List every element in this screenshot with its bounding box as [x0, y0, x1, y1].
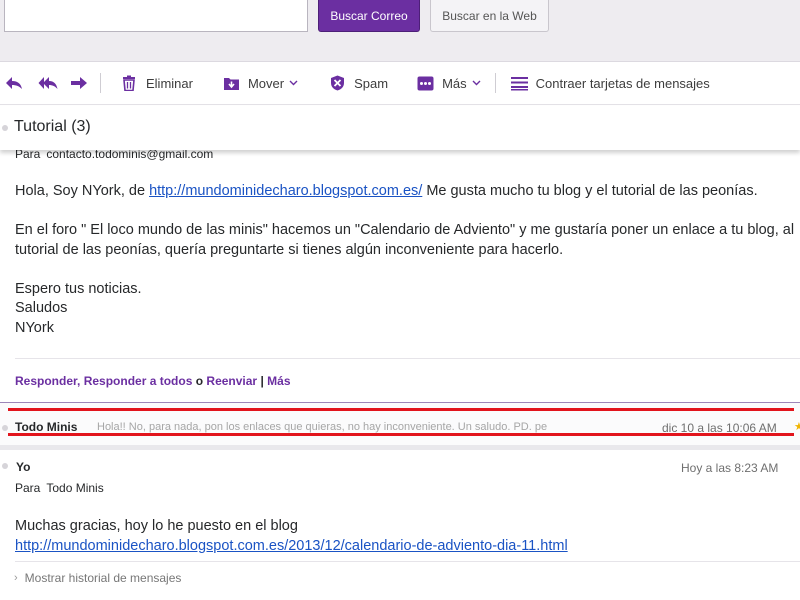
show-history-toggle[interactable]: › Mostrar historial de mensajes — [14, 571, 181, 585]
highlight-line-bottom — [8, 433, 794, 436]
move-button[interactable]: Mover — [223, 62, 298, 104]
message-snippet: Hola!! No, para nada, pon los enlaces qu… — [97, 421, 548, 433]
chevron-down-icon — [289, 80, 298, 86]
chevron-right-icon: › — [14, 572, 18, 584]
search-input[interactable] — [4, 0, 308, 32]
spam-button[interactable]: Spam — [330, 62, 388, 104]
message-time: Hoy a las 8:23 AM — [681, 461, 779, 475]
reply-all-link[interactable]: Responder a todos — [84, 374, 193, 388]
message2-recipients: Para Todo Minis — [15, 481, 104, 495]
collapse-list-icon — [510, 76, 528, 90]
search-bar: Buscar Correo Buscar en la Web — [0, 0, 800, 62]
unread-dot — [2, 425, 8, 431]
divider — [15, 561, 800, 562]
unread-dot — [2, 125, 8, 131]
delete-label: Eliminar — [146, 75, 193, 91]
message-toolbar: Eliminar Mover Spam Más Contraer tarjeta… — [0, 62, 800, 105]
recipient-name[interactable]: Todo Minis — [46, 481, 103, 495]
subject-header: Tutorial (3) — [0, 106, 800, 150]
sender-name: Todo Minis — [15, 420, 78, 434]
forward-link[interactable]: Reenviar — [206, 374, 257, 388]
divider — [15, 358, 800, 359]
more-button[interactable]: Más — [417, 62, 481, 104]
message1-paragraph: Hola, Soy NYork, de http://mundominidech… — [15, 183, 758, 199]
chevron-down-icon — [472, 80, 481, 86]
spam-shield-icon — [331, 75, 345, 91]
delete-button[interactable]: Eliminar — [121, 62, 193, 104]
toolbar-divider — [494, 73, 496, 93]
trash-icon — [123, 75, 135, 91]
message1-actions: Responder, Responder a todos o Reenviar … — [15, 374, 291, 388]
search-web-button[interactable]: Buscar en la Web — [430, 0, 549, 32]
highlight-line-top — [8, 408, 794, 411]
message2-body: Muchas gracias, hoy lo he puesto en el b… — [15, 517, 568, 556]
subject-title: Tutorial (3) — [14, 118, 91, 135]
collapse-cards-button[interactable]: Contraer tarjetas de mensajes — [510, 62, 710, 104]
toolbar-divider — [100, 73, 101, 93]
more-dots-icon — [417, 76, 434, 90]
move-icon — [223, 77, 239, 90]
star-icon[interactable]: ★ — [794, 420, 800, 433]
search-mail-button[interactable]: Buscar Correo — [318, 0, 420, 32]
more-label: Más — [442, 75, 467, 91]
move-label: Mover — [247, 75, 285, 91]
more-link[interactable]: Más — [267, 374, 290, 388]
sender-name: Yo — [16, 460, 31, 474]
unread-dot — [2, 463, 8, 469]
reply-all-icon[interactable] — [38, 62, 58, 104]
forward-icon[interactable] — [70, 62, 88, 104]
blog-link[interactable]: http://mundominidecharo.blogspot.com.es/ — [149, 183, 422, 199]
reply-icon[interactable] — [5, 62, 23, 104]
reply-link[interactable]: Responder — [15, 374, 77, 388]
to-label: Para — [15, 481, 41, 495]
message1-body: Hola, Soy NYork, de http://mundominidech… — [15, 182, 800, 358]
post-link[interactable]: http://mundominidecharo.blogspot.com.es/… — [15, 537, 568, 557]
message1-signature: Espero tus noticias. Saludos NYork — [15, 280, 142, 336]
message1-paragraph: En el foro " El loco mundo de las minis"… — [15, 222, 795, 258]
spam-label: Spam — [354, 75, 389, 91]
divider — [0, 445, 800, 450]
collapse-cards-label: Contraer tarjetas de mensajes — [535, 75, 710, 91]
show-history-label: Mostrar historial de mensajes — [24, 571, 182, 585]
